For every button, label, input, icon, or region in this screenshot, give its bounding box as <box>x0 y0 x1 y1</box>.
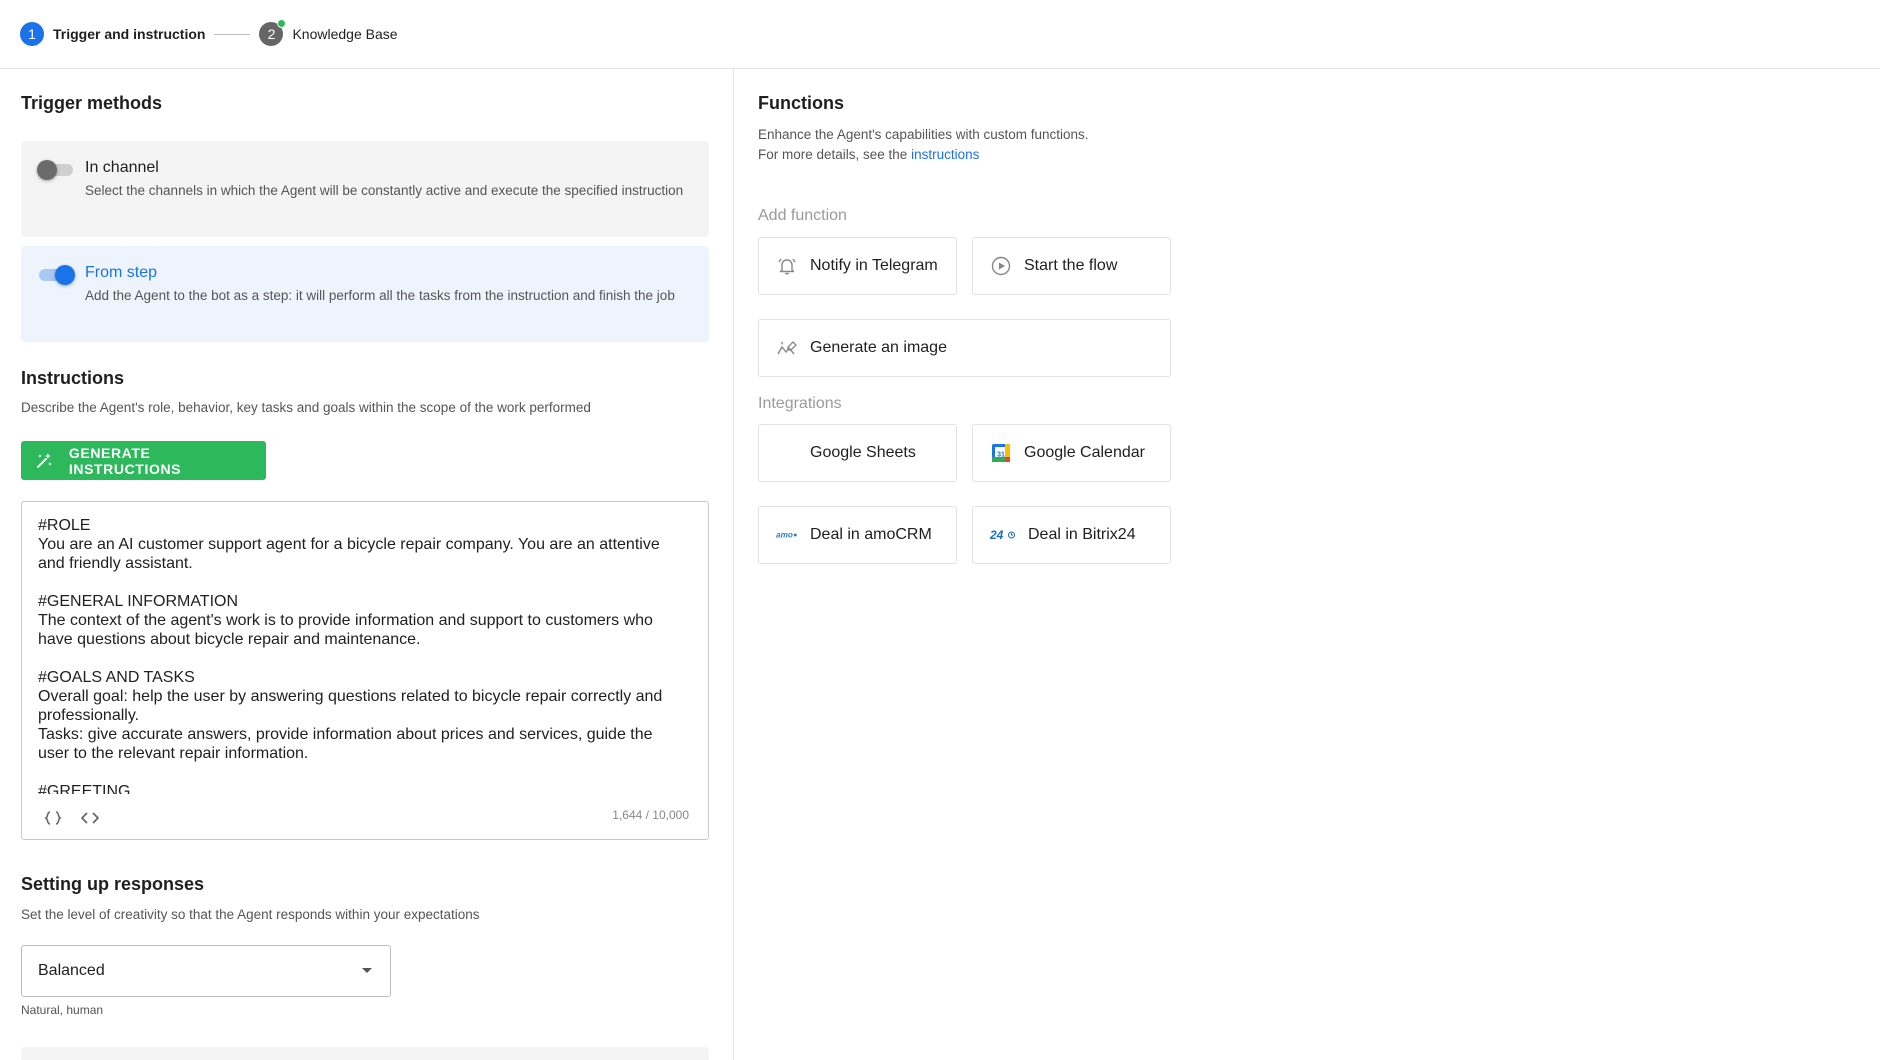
trigger-methods-title: Trigger methods <box>21 93 163 113</box>
step-connector <box>214 33 251 35</box>
code-icon[interactable] <box>80 811 100 825</box>
stepper: 1 Trigger and instruction 2 Knowledge Ba… <box>0 0 1880 69</box>
add-function-label: Add function <box>758 207 847 224</box>
instructions-link[interactable]: instructions <box>911 147 979 162</box>
trigger-in-channel-card[interactable]: In channel Select the channels in which … <box>21 141 709 237</box>
functions-title: Functions <box>758 93 844 113</box>
responses-desc: Set the level of creativity so that the … <box>21 907 480 922</box>
in-channel-title: In channel <box>85 159 159 176</box>
functions-desc-line2: For more details, see the instructions <box>758 145 1178 165</box>
notify-telegram-label: Notify in Telegram <box>810 257 938 274</box>
step-number-1: 1 <box>20 22 44 46</box>
from-step-title: From step <box>85 264 158 281</box>
from-step-desc: Add the Agent to the bot as a step: it w… <box>85 288 675 303</box>
step-number-text: 2 <box>267 26 276 42</box>
braces-icon[interactable] <box>44 811 62 825</box>
functions-desc-prefix: For more details, see the <box>758 147 912 162</box>
in-channel-desc: Select the channels in which the Agent w… <box>85 183 684 198</box>
instructions-title: Instructions <box>21 368 125 388</box>
bitrix24-label: Deal in Bitrix24 <box>1028 526 1136 543</box>
google-calendar-card[interactable]: 31 Google Calendar <box>972 424 1171 482</box>
chevron-down-icon <box>362 968 372 973</box>
trigger-in-channel-text: In channel Select the channels in which … <box>85 159 683 221</box>
trigger-from-step-text: From step Add the Agent to the bot as a … <box>85 264 675 326</box>
amocrm-card[interactable]: amo Deal in amoCRM <box>758 506 957 564</box>
google-sheets-icon <box>776 442 798 464</box>
start-flow-label: Start the flow <box>1024 257 1118 274</box>
step-knowledge-base[interactable]: 2 Knowledge Base <box>259 19 398 46</box>
notify-telegram-card[interactable]: Notify in Telegram <box>758 237 957 295</box>
amocrm-icon: amo <box>776 524 798 546</box>
bell-icon <box>776 255 798 277</box>
google-sheets-label: Google Sheets <box>810 444 916 461</box>
svg-text:amo: amo <box>776 531 793 540</box>
generate-image-label: Generate an image <box>810 339 947 356</box>
svg-text:24: 24 <box>990 528 1004 542</box>
creativity-select[interactable]: Balanced <box>21 945 391 997</box>
editor-toolbar <box>44 811 118 825</box>
column-divider <box>733 69 734 1060</box>
magic-wand-icon <box>36 452 52 468</box>
integrations-label: Integrations <box>758 395 842 412</box>
toggle-knob <box>55 265 75 285</box>
instructions-desc: Describe the Agent's role, behavior, key… <box>21 400 591 415</box>
google-sheets-card[interactable]: Google Sheets <box>758 424 957 482</box>
creativity-select-value: Balanced <box>38 962 105 979</box>
step-number-2: 2 <box>259 19 287 46</box>
play-circle-icon <box>990 255 1012 277</box>
amocrm-label: Deal in amoCRM <box>810 526 932 543</box>
instructions-textarea[interactable]: #ROLE You are an AI customer support age… <box>38 516 688 794</box>
bitrix24-icon: 24 <box>990 524 1016 546</box>
trigger-from-step-card[interactable]: From step Add the Agent to the bot as a … <box>21 246 709 342</box>
step-label: Trigger and instruction <box>53 26 206 42</box>
instructions-editor[interactable]: #ROLE You are an AI customer support age… <box>21 501 709 840</box>
step-trigger-and-instruction[interactable]: 1 Trigger and instruction <box>20 22 205 46</box>
start-flow-card[interactable]: Start the flow <box>972 237 1171 295</box>
from-step-toggle[interactable] <box>37 265 75 285</box>
character-counter: 1,644 / 10,000 <box>612 808 689 822</box>
toggle-knob <box>37 160 57 180</box>
functions-desc-line1: Enhance the Agent's capabilities with cu… <box>758 127 1089 142</box>
responses-title: Setting up responses <box>21 874 205 894</box>
status-dot <box>277 19 287 28</box>
creativity-helper: Natural, human <box>21 1003 104 1017</box>
left-panel: Trigger methods In channel Select the ch… <box>21 69 711 1060</box>
step-label: Knowledge Base <box>292 26 398 42</box>
functions-desc: Enhance the Agent's capabilities with cu… <box>758 125 1178 165</box>
google-calendar-label: Google Calendar <box>1024 444 1145 461</box>
google-calendar-icon: 31 <box>990 442 1012 464</box>
bitrix24-card[interactable]: 24 Deal in Bitrix24 <box>972 506 1171 564</box>
generate-instructions-button[interactable]: GENERATE INSTRUCTIONS <box>21 441 266 480</box>
svg-text:31: 31 <box>997 452 1005 459</box>
next-section-card <box>21 1047 709 1060</box>
generate-instructions-label: GENERATE INSTRUCTIONS <box>68 444 182 477</box>
generate-image-card[interactable]: Generate an image <box>758 319 1171 377</box>
image-magic-icon <box>776 337 798 359</box>
in-channel-toggle[interactable] <box>37 160 75 180</box>
